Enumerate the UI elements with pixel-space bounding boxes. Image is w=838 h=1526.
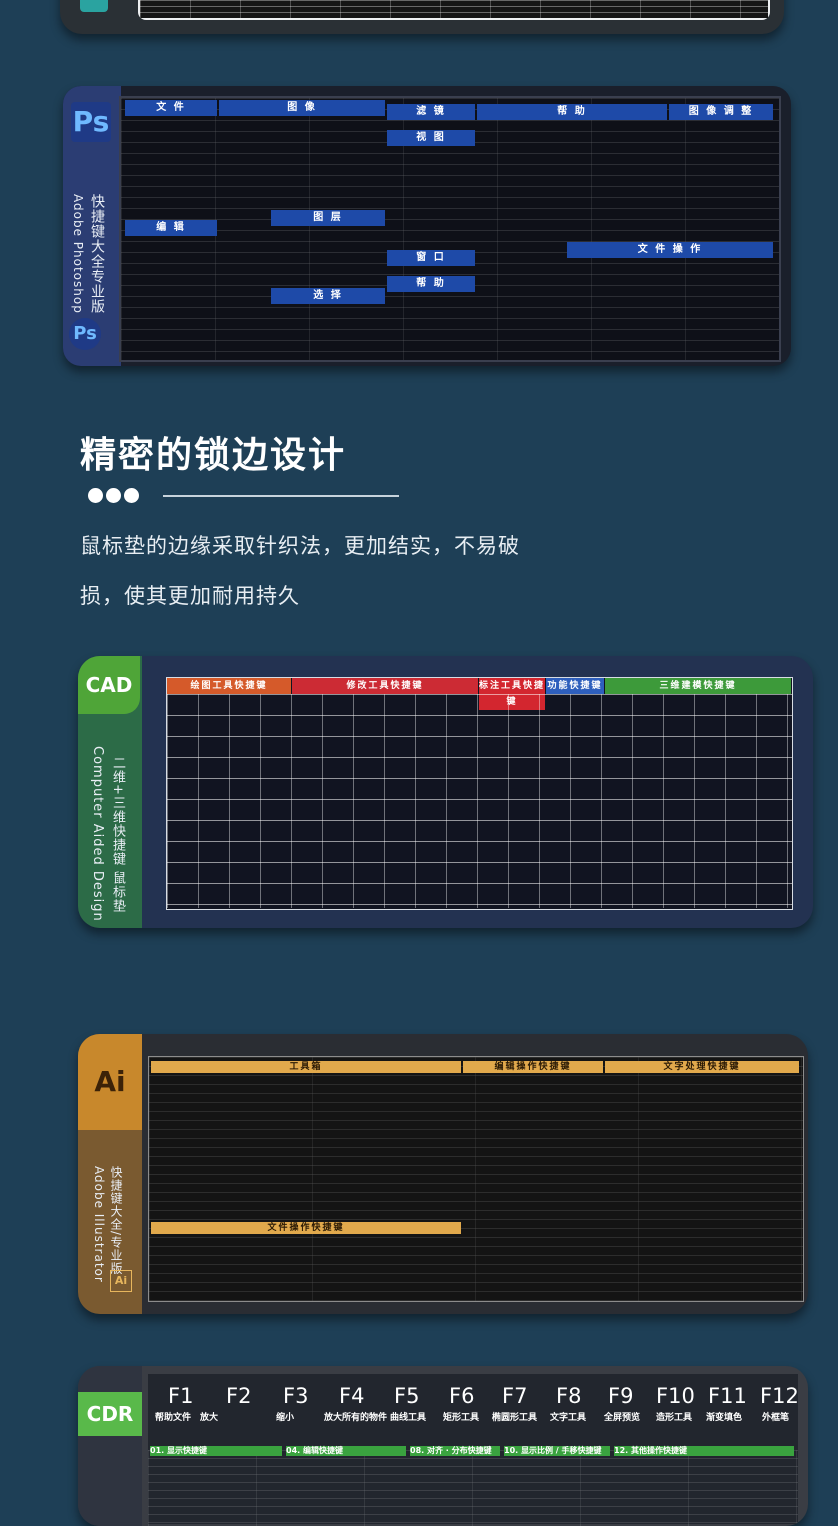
feature-title: 精密的锁边设计 [80, 435, 347, 476]
ai-logo-small: Ai [110, 1270, 132, 1292]
function-key-description: 放大 [200, 1413, 219, 1423]
function-key-label: F3 [283, 1384, 309, 1408]
cdr-section-header: 10. 显示比例 / 手移快捷键 [504, 1446, 610, 1456]
function-key-description: 椭圆形工具 [492, 1413, 538, 1423]
top-pad-logo-icon [80, 0, 108, 12]
illustrator-mousepad: Ai 快捷键大全/专业版 Adobe Illustrator Ai 工具箱 编辑… [78, 1034, 808, 1314]
cad-content: 绘图工具快捷键 修改工具快捷键 标注工具快捷键 功能快捷键 三维建模快捷键 [166, 677, 793, 910]
function-key-label: F10 [656, 1384, 695, 1408]
ps-section-header: 图 像 调 整 [669, 104, 773, 120]
ps-section-header: 编 辑 [125, 220, 217, 236]
photoshop-mousepad: Ps 快捷键大全专业版 Adobe Photoshop Ps 文 件 图 像 滤… [63, 86, 791, 366]
ai-side-title-cn: 快捷键大全/专业版 [109, 1166, 123, 1276]
function-key-label: F9 [608, 1384, 634, 1408]
function-key-label: F4 [339, 1384, 365, 1408]
cad-side-title-cn: 二维+三维快捷键 鼠标垫 [110, 756, 125, 914]
ps-section-header: 图 像 [219, 100, 385, 116]
ps-side-title-cn: 快捷键大全专业版 [89, 194, 105, 314]
cad-logo: CAD [78, 656, 140, 714]
function-key-description: 帮助文件 [155, 1413, 192, 1423]
ps-section-header: 选 择 [271, 288, 385, 304]
ai-section-header: 编辑操作快捷键 [463, 1061, 603, 1073]
ps-section-header: 滤 镜 [387, 104, 475, 120]
dot-icon [88, 488, 103, 503]
function-key-description: 放大所有的物件 [324, 1413, 388, 1423]
cdr-section-header: 01. 显示快捷键 [150, 1446, 282, 1456]
cad-section-header: 三维建模快捷键 [605, 678, 791, 694]
ps-section-header: 窗 口 [387, 250, 475, 266]
function-key-description: 造形工具 [656, 1413, 693, 1423]
divider-line [163, 495, 399, 497]
function-key-description: 全屏预览 [604, 1413, 641, 1423]
ps-section-header: 图 层 [271, 210, 385, 226]
cdr-logo: CDR [78, 1392, 142, 1436]
ai-side-title-en: Adobe Illustrator [92, 1166, 106, 1283]
function-key-label: F7 [502, 1384, 528, 1408]
feature-description-line-2: 损，使其更加耐用持久 [80, 584, 300, 608]
cdr-section-header: 08. 对齐 · 分布快捷键 [410, 1446, 500, 1456]
ai-section-header: 工具箱 [151, 1061, 461, 1073]
ps-side-title-en: Adobe Photoshop [71, 194, 85, 314]
ps-content: 文 件 图 像 滤 镜 帮 助 图 像 调 整 编 辑 视 图 图 层 窗 口 … [119, 96, 781, 362]
function-key-label: F8 [556, 1384, 582, 1408]
ps-section-header: 文 件 操 作 [567, 242, 773, 258]
function-key-label: F1 [168, 1384, 194, 1408]
ps-section-header: 帮 助 [477, 104, 667, 120]
cad-section-header: 绘图工具快捷键 [167, 678, 291, 694]
ai-logo: Ai [78, 1034, 142, 1130]
ai-section-header: 文件操作快捷键 [151, 1222, 461, 1234]
decorative-dots [88, 488, 142, 507]
function-key-label: F5 [394, 1384, 420, 1408]
function-key-label: F2 [226, 1384, 252, 1408]
function-key-description: 矩形工具 [443, 1413, 480, 1423]
function-key-description: 文字工具 [550, 1413, 587, 1423]
ai-section-header: 文字处理快捷键 [605, 1061, 799, 1073]
top-mousepad-partial [60, 0, 784, 34]
function-key-description: 外框笔 [762, 1413, 790, 1423]
cad-mousepad: CAD 二维+三维快捷键 鼠标垫 Computer Aided Design 绘… [78, 656, 813, 928]
dot-icon [124, 488, 139, 503]
function-key-label: F12 [760, 1384, 799, 1408]
feature-description-line-1: 鼠标垫的边缘采取针织法，更加结实，不易破 [80, 534, 520, 558]
cdr-section-header: 04. 编辑快捷键 [286, 1446, 406, 1456]
ps-logo-small: Ps [69, 318, 101, 350]
function-key-label: F6 [449, 1384, 475, 1408]
function-key-label: F11 [708, 1384, 747, 1408]
ps-section-header: 帮 助 [387, 276, 475, 292]
cdr-side-panel [78, 1366, 142, 1526]
cad-section-header: 功能快捷键 [546, 678, 604, 694]
ai-content: 工具箱 编辑操作快捷键 文字处理快捷键 文件操作快捷键 [148, 1056, 804, 1302]
ps-section-header: 视 图 [387, 130, 475, 146]
ps-logo: Ps [71, 102, 111, 142]
cad-side-title-en: Computer Aided Design [90, 746, 105, 922]
function-key-description: 渐变填色 [706, 1413, 743, 1423]
function-key-description: 曲线工具 [390, 1413, 427, 1423]
function-key-description: 缩小 [276, 1413, 295, 1423]
cad-section-header: 修改工具快捷键 [292, 678, 478, 694]
ps-section-header: 文 件 [125, 100, 217, 116]
cdr-section-header: 12. 其他操作快捷键 [614, 1446, 794, 1456]
dot-icon [106, 488, 121, 503]
